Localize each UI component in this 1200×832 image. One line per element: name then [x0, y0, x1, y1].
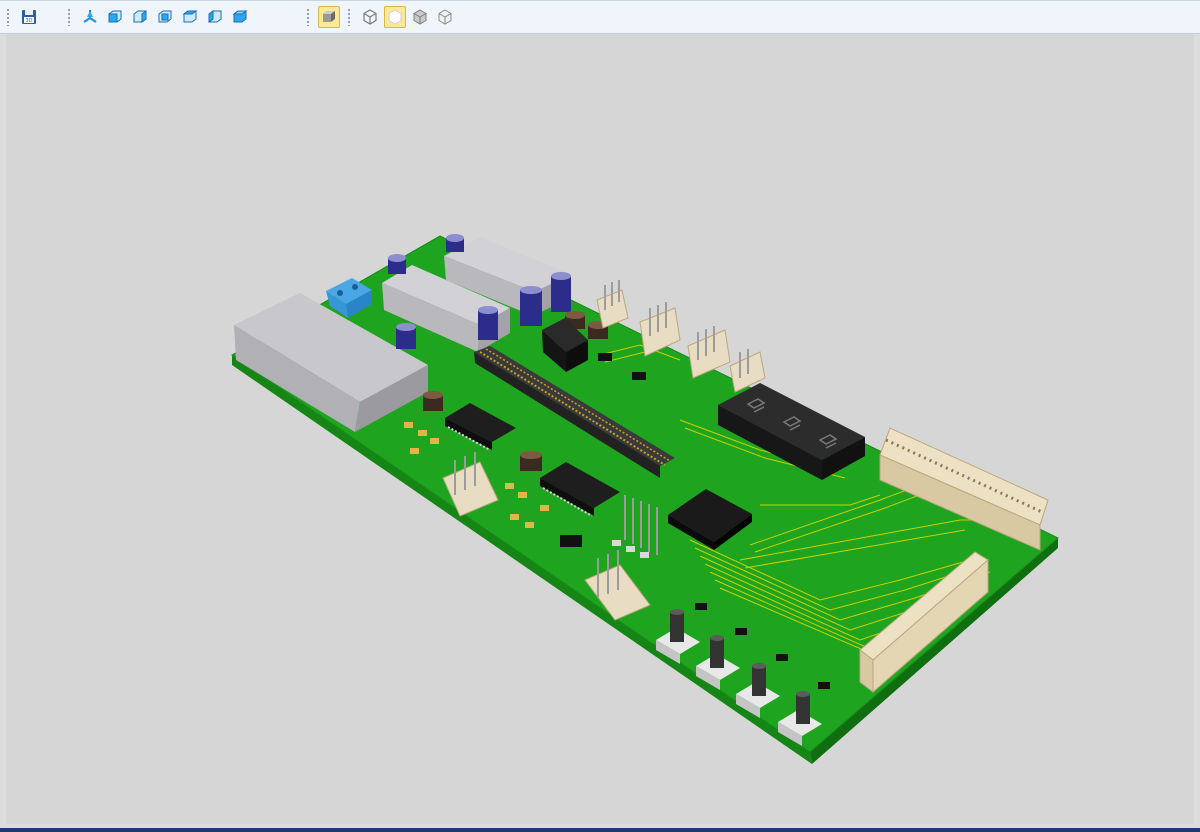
- toolbar: 3D: [0, 1, 1200, 34]
- shaded-mode-icon: [322, 11, 335, 22]
- save-3d-icon: 3D: [21, 10, 36, 24]
- toolbar-grip[interactable]: [6, 8, 10, 26]
- solid-mode-button[interactable]: [383, 6, 406, 28]
- wireframe-mode-button[interactable]: [359, 6, 381, 28]
- transparent-mode-icon: [438, 9, 451, 25]
- toolbar-grip-3[interactable]: [306, 8, 310, 26]
- shaded-mode-button[interactable]: [317, 6, 340, 28]
- hidden-lines-icon: [413, 9, 426, 25]
- 3d-viewport[interactable]: [6, 34, 1194, 824]
- transparent-mode-button[interactable]: [434, 6, 456, 28]
- view-top-icon: [208, 10, 221, 23]
- hidden-lines-button[interactable]: [409, 6, 431, 28]
- view-right-button[interactable]: [179, 6, 201, 28]
- view-right-icon: [182, 10, 197, 23]
- pcb-3d-model[interactable]: [6, 34, 1194, 824]
- svg-text:3D: 3D: [25, 18, 32, 24]
- view-bottom-button[interactable]: [229, 6, 251, 28]
- view-top-button[interactable]: [204, 6, 226, 28]
- toolbar-grip-4[interactable]: [347, 8, 351, 26]
- view-left-icon: [158, 10, 171, 23]
- view-isometric-button[interactable]: [79, 6, 101, 28]
- view-bottom-icon: [232, 10, 247, 23]
- wireframe-mode-icon: [362, 9, 377, 25]
- view-front-icon: [108, 10, 121, 23]
- view-back-icon: [133, 10, 146, 23]
- view-back-button[interactable]: [129, 6, 151, 28]
- view-front-button[interactable]: [104, 6, 126, 28]
- solid-mode-icon: [388, 9, 401, 25]
- view-isometric-icon: [82, 10, 97, 23]
- save-3d-button[interactable]: 3D: [18, 6, 40, 28]
- view-left-button[interactable]: [154, 6, 176, 28]
- toolbar-grip-2[interactable]: [67, 8, 71, 26]
